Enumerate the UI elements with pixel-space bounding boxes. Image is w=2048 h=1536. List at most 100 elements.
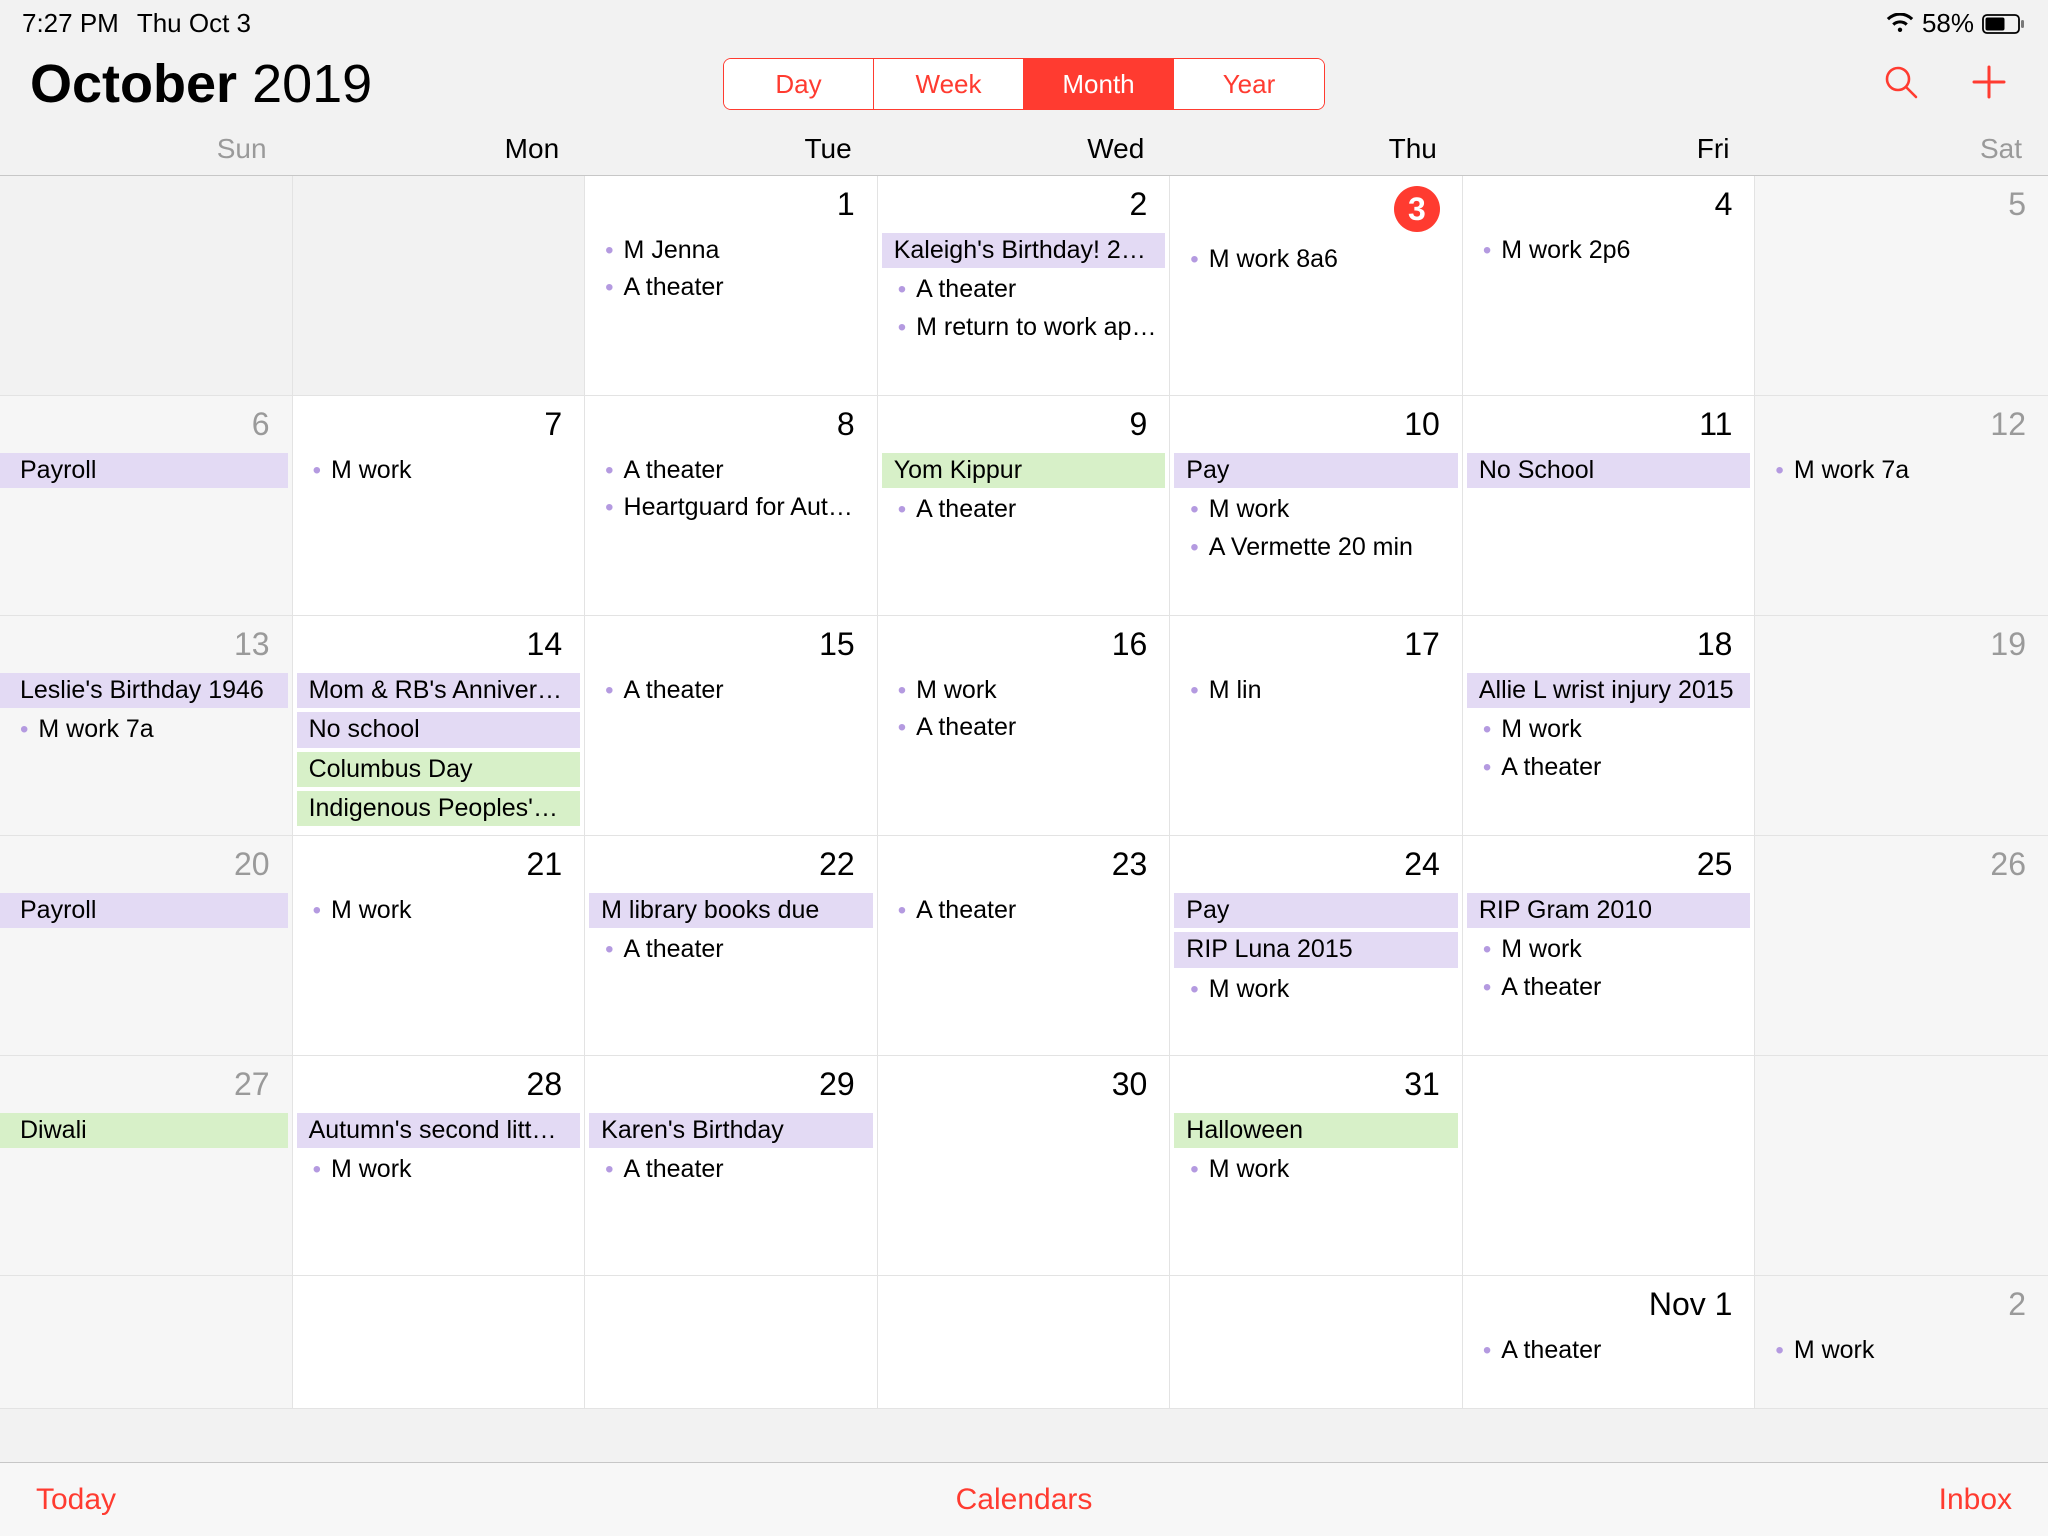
event[interactable]: A theater xyxy=(878,893,1170,928)
day-cell[interactable]: 2M work xyxy=(1755,1276,2048,1408)
event[interactable]: M work xyxy=(1755,1333,2048,1368)
event[interactable]: M work xyxy=(1170,1152,1462,1187)
day-cell[interactable]: 14Mom & RB's Annivers…No schoolColumbus … xyxy=(293,616,586,835)
day-cell[interactable] xyxy=(1755,1056,2048,1275)
seg-day[interactable]: Day xyxy=(724,59,874,109)
day-cell[interactable]: 29Karen's BirthdayA theater xyxy=(585,1056,878,1275)
event[interactable]: Payroll xyxy=(0,893,288,928)
day-cell[interactable]: 24PayRIP Luna 2015M work xyxy=(1170,836,1463,1055)
event[interactable]: Allie L wrist injury 2015 xyxy=(1467,673,1751,708)
day-cell[interactable]: 31HalloweenM work xyxy=(1170,1056,1463,1275)
day-cell[interactable]: 22M library books dueA theater xyxy=(585,836,878,1055)
event[interactable]: M work xyxy=(1463,712,1755,747)
day-cell[interactable]: 30 xyxy=(878,1056,1171,1275)
day-cell[interactable]: 6Payroll xyxy=(0,396,293,615)
event[interactable]: Diwali xyxy=(0,1113,288,1148)
event[interactable]: M work xyxy=(878,673,1170,708)
event[interactable]: No school xyxy=(297,712,581,747)
event[interactable]: Autumn's second litte… xyxy=(297,1113,581,1148)
day-cell[interactable]: Nov 1A theater xyxy=(1463,1276,1756,1408)
event[interactable]: Payroll xyxy=(0,453,288,488)
day-cell[interactable] xyxy=(1463,1056,1756,1275)
day-cell[interactable]: 27Diwali xyxy=(0,1056,293,1275)
day-cell[interactable] xyxy=(0,1276,293,1408)
event[interactable]: Pay xyxy=(1174,893,1458,928)
event[interactable]: M work 7a xyxy=(1755,453,2048,488)
event[interactable]: Heartguard for Autumn xyxy=(585,490,877,525)
day-cell[interactable]: 2Kaleigh's Birthday! 20…A theaterM retur… xyxy=(878,176,1171,395)
day-cell[interactable] xyxy=(1170,1276,1463,1408)
event[interactable]: A Vermette 20 min xyxy=(1170,530,1462,565)
event[interactable]: A theater xyxy=(878,710,1170,745)
event[interactable]: Karen's Birthday xyxy=(589,1113,873,1148)
seg-week[interactable]: Week xyxy=(874,59,1024,109)
event[interactable]: A theater xyxy=(585,453,877,488)
event[interactable]: M work xyxy=(293,1152,585,1187)
today-button[interactable]: Today xyxy=(36,1483,116,1517)
day-cell[interactable]: 17M lin xyxy=(1170,616,1463,835)
event[interactable]: M library books due xyxy=(589,893,873,928)
event[interactable]: Columbus Day xyxy=(297,752,581,787)
event[interactable]: A theater xyxy=(585,1152,877,1187)
day-cell[interactable]: 21M work xyxy=(293,836,586,1055)
day-cell[interactable] xyxy=(293,1276,586,1408)
calendars-button[interactable]: Calendars xyxy=(956,1483,1093,1517)
search-icon[interactable] xyxy=(1882,63,1920,106)
day-cell[interactable]: 28Autumn's second litte…M work xyxy=(293,1056,586,1275)
event[interactable]: M work xyxy=(293,453,585,488)
day-cell[interactable]: 15A theater xyxy=(585,616,878,835)
seg-year[interactable]: Year xyxy=(1174,59,1324,109)
day-cell[interactable]: 25RIP Gram 2010M workA theater xyxy=(1463,836,1756,1055)
day-cell[interactable]: 1M JennaA theater xyxy=(585,176,878,395)
event[interactable]: A theater xyxy=(585,270,877,305)
event[interactable]: M Jenna xyxy=(585,233,877,268)
day-cell[interactable] xyxy=(585,1276,878,1408)
event[interactable]: Leslie's Birthday 1946 xyxy=(0,673,288,708)
day-cell[interactable]: 13Leslie's Birthday 1946M work 7a xyxy=(0,616,293,835)
day-cell[interactable]: 10PayM workA Vermette 20 min xyxy=(1170,396,1463,615)
event[interactable]: M work xyxy=(1170,492,1462,527)
event[interactable]: A theater xyxy=(1463,1333,1755,1368)
event[interactable]: A theater xyxy=(1463,970,1755,1005)
inbox-button[interactable]: Inbox xyxy=(1939,1483,2012,1517)
day-cell[interactable]: 19 xyxy=(1755,616,2048,835)
event[interactable]: Kaleigh's Birthday! 20… xyxy=(882,233,1166,268)
event[interactable]: A theater xyxy=(878,272,1170,307)
day-cell[interactable] xyxy=(0,176,293,395)
day-cell[interactable] xyxy=(293,176,586,395)
day-cell[interactable]: 12M work 7a xyxy=(1755,396,2048,615)
day-cell[interactable]: 16M workA theater xyxy=(878,616,1171,835)
day-cell[interactable]: 18Allie L wrist injury 2015M workA theat… xyxy=(1463,616,1756,835)
event[interactable]: Mom & RB's Annivers… xyxy=(297,673,581,708)
day-cell[interactable]: 8A theaterHeartguard for Autumn xyxy=(585,396,878,615)
event[interactable]: A theater xyxy=(585,932,877,967)
event[interactable]: Pay xyxy=(1174,453,1458,488)
event[interactable]: M work 7a xyxy=(0,712,292,747)
event[interactable]: Indigenous Peoples'… xyxy=(297,791,581,826)
day-cell[interactable]: 26 xyxy=(1755,836,2048,1055)
add-icon[interactable] xyxy=(1970,63,2008,106)
event[interactable]: M lin xyxy=(1170,673,1462,708)
event[interactable]: A theater xyxy=(585,673,877,708)
day-cell[interactable]: 7M work xyxy=(293,396,586,615)
day-cell[interactable]: 20Payroll xyxy=(0,836,293,1055)
event[interactable]: M work xyxy=(1170,972,1462,1007)
event[interactable]: A theater xyxy=(878,492,1170,527)
day-cell[interactable]: 11No School xyxy=(1463,396,1756,615)
day-cell[interactable]: 9Yom KippurA theater xyxy=(878,396,1171,615)
event[interactable]: No School xyxy=(1467,453,1751,488)
event[interactable]: M return to work app… xyxy=(878,310,1170,345)
day-cell[interactable]: 4M work 2p6 xyxy=(1463,176,1756,395)
event[interactable]: A theater xyxy=(1463,750,1755,785)
event[interactable]: Yom Kippur xyxy=(882,453,1166,488)
event[interactable]: RIP Gram 2010 xyxy=(1467,893,1751,928)
day-cell[interactable]: 3M work 8a6 xyxy=(1170,176,1463,395)
seg-month[interactable]: Month xyxy=(1024,59,1174,109)
day-cell[interactable] xyxy=(878,1276,1171,1408)
event[interactable]: RIP Luna 2015 xyxy=(1174,932,1458,967)
event[interactable]: M work xyxy=(1463,932,1755,967)
event[interactable]: M work 2p6 xyxy=(1463,233,1755,268)
event[interactable]: Halloween xyxy=(1174,1113,1458,1148)
event[interactable]: M work xyxy=(293,893,585,928)
day-cell[interactable]: 5 xyxy=(1755,176,2048,395)
